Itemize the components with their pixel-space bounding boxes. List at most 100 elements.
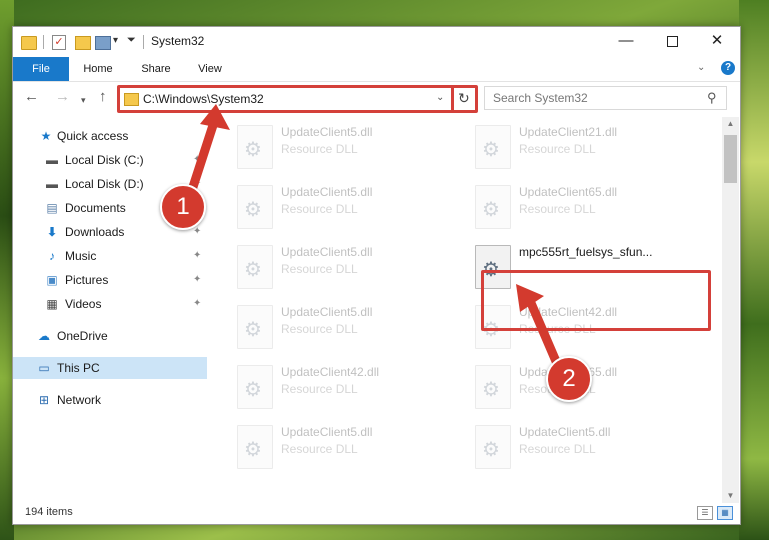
file-item[interactable]: ⚙ UpdateClient65.dll Resource DLL: [471, 183, 691, 231]
sidebar-item-local-disk-c[interactable]: ▬ Local Disk (C:) ✦: [13, 149, 207, 171]
sidebar-item-label: OneDrive: [57, 329, 108, 343]
status-bar: 194 items ☰ ▦: [13, 503, 740, 523]
gear-icon: ⚙: [244, 139, 262, 161]
tab-home[interactable]: Home: [73, 57, 123, 81]
title-bar: ✓ ▾ ⏷ System32 — ✕: [13, 27, 740, 57]
file-name: UpdateClient5.dll: [281, 425, 373, 439]
tab-view[interactable]: View: [187, 57, 233, 81]
file-explorer-window: ✓ ▾ ⏷ System32 — ✕ File Home Share View …: [12, 26, 741, 525]
videos-icon: ▦: [46, 297, 58, 311]
customize-toolbar-icon[interactable]: ⏷: [127, 34, 136, 50]
new-folder-icon[interactable]: [75, 36, 91, 50]
file-name: UpdateClient5.dll: [281, 305, 373, 319]
file-name: UpdateClient42.dll: [281, 365, 380, 379]
view-options-icon[interactable]: [95, 36, 111, 50]
gear-icon: ⚙: [482, 139, 500, 161]
address-bar[interactable]: C:\Windows\System32 ⌄ ↻: [117, 85, 478, 113]
sidebar-item-label: Downloads: [65, 225, 125, 239]
network-icon: ⊞: [38, 393, 50, 407]
file-item[interactable]: ⚙ UpdateClient5.dll Resource DLL: [233, 303, 453, 351]
sidebar-item-label: Local Disk (C:): [65, 153, 144, 167]
details-view-icon[interactable]: ☰: [697, 506, 713, 520]
star-icon: ★: [40, 129, 52, 143]
properties-check-icon[interactable]: ✓: [52, 35, 66, 50]
highlight-box: [481, 270, 711, 331]
close-button[interactable]: ✕: [694, 27, 740, 57]
forward-button[interactable]: →: [55, 89, 70, 105]
sidebar-item-music[interactable]: ♪ Music ✦: [13, 245, 207, 267]
back-button[interactable]: ←: [24, 89, 39, 105]
sidebar-item-label: Music: [65, 249, 97, 263]
tab-share[interactable]: Share: [131, 57, 181, 81]
sidebar-item-label: This PC: [57, 361, 100, 375]
search-icon[interactable]: ⚲: [707, 90, 717, 106]
help-icon[interactable]: ?: [721, 61, 735, 75]
maximize-button[interactable]: [649, 27, 695, 57]
navigation-bar: ← → ▾ ↑ C:\Windows\System32 ⌄ ↻ Search S…: [13, 83, 740, 113]
dll-file-icon: ⚙: [237, 185, 273, 229]
tiles-view-icon[interactable]: ▦: [717, 506, 733, 520]
sidebar-item-this-pc[interactable]: ▭ This PC: [13, 357, 207, 379]
address-path[interactable]: C:\Windows\System32: [143, 92, 264, 106]
file-name: UpdateClient5.dll: [281, 185, 373, 199]
expand-ribbon-icon[interactable]: ⌄: [697, 62, 705, 73]
file-item[interactable]: ⚙ UpdateClient5.dll Resource DLL: [233, 423, 453, 471]
dll-file-icon: ⚙: [237, 365, 273, 409]
tab-file[interactable]: File: [13, 57, 69, 81]
file-list: ⚙ UpdateClient5.dll Resource DLL ⚙ Updat…: [213, 117, 721, 497]
scroll-thumb[interactable]: [724, 135, 737, 183]
toolbar-divider: [43, 35, 44, 49]
chevron-down-icon[interactable]: ⌄: [436, 92, 444, 103]
vertical-scrollbar[interactable]: ▲ ▼: [722, 117, 739, 503]
step-1-badge: 1: [160, 184, 206, 230]
search-input[interactable]: Search System32 ⚲: [484, 86, 727, 110]
dll-file-icon: ⚙: [237, 125, 273, 169]
gear-icon: ⚙: [482, 199, 500, 221]
scroll-down-icon[interactable]: ▼: [722, 489, 739, 503]
file-type: Resource DLL: [281, 442, 358, 456]
file-type: Resource DLL: [281, 382, 358, 396]
file-type: Resource DLL: [281, 262, 358, 276]
sidebar-item-label: Quick access: [57, 129, 129, 143]
gear-icon: ⚙: [244, 199, 262, 221]
minimize-button[interactable]: —: [603, 27, 649, 57]
file-item[interactable]: ⚙ UpdateClient5.dll Resource DLL: [471, 423, 691, 471]
recent-locations-button[interactable]: ▾: [81, 92, 86, 108]
sidebar-item-onedrive[interactable]: ☁ OneDrive: [13, 325, 207, 347]
sidebar-item-videos[interactable]: ▦ Videos ✦: [13, 293, 207, 315]
gear-icon: ⚙: [482, 379, 500, 401]
file-name: UpdateClient65.dll: [519, 185, 618, 199]
chevron-down-icon[interactable]: ▾: [113, 35, 118, 51]
sidebar-item-pictures[interactable]: ▣ Pictures ✦: [13, 269, 207, 291]
pin-icon: ✦: [193, 298, 202, 309]
search-placeholder: Search System32: [493, 91, 588, 105]
file-item[interactable]: ⚙ UpdateClient5.dll Resource DLL: [233, 243, 453, 291]
dll-file-icon: ⚙: [475, 425, 511, 469]
file-name: UpdateClient5.dll: [281, 245, 373, 259]
documents-icon: ▤: [46, 201, 58, 215]
sidebar-item-label: Videos: [65, 297, 102, 311]
pin-icon: ✦: [193, 250, 202, 261]
scroll-up-icon[interactable]: ▲: [722, 117, 739, 131]
file-item[interactable]: ⚙ UpdateClient21.dll Resource DLL: [471, 123, 691, 171]
file-item[interactable]: ⚙ UpdateClient5.dll Resource DLL: [233, 183, 453, 231]
sidebar-item-quick-access[interactable]: ★ Quick access: [13, 125, 207, 147]
file-type: Resource DLL: [281, 322, 358, 336]
address-divider: [451, 88, 454, 110]
file-type: Resource DLL: [519, 142, 596, 156]
refresh-icon[interactable]: ↻: [458, 90, 470, 107]
file-type: Resource DLL: [519, 442, 596, 456]
folder-icon: [21, 36, 37, 50]
download-icon: ⬇: [46, 225, 58, 239]
file-name: UpdateClient21.dll: [519, 125, 618, 139]
gear-icon: ⚙: [244, 259, 262, 281]
sidebar-item-network[interactable]: ⊞ Network: [13, 389, 207, 411]
dll-file-icon: ⚙: [475, 125, 511, 169]
sidebar-item-label: Documents: [65, 201, 126, 215]
up-button[interactable]: ↑: [99, 89, 107, 105]
file-item[interactable]: ⚙ UpdateClient42.dll Resource DLL: [233, 363, 453, 411]
file-type: Resource DLL: [281, 142, 358, 156]
file-item[interactable]: ⚙ UpdateClient5.dll Resource DLL: [233, 123, 453, 171]
drive-icon: ▬: [46, 153, 58, 167]
gear-icon: ⚙: [482, 439, 500, 461]
